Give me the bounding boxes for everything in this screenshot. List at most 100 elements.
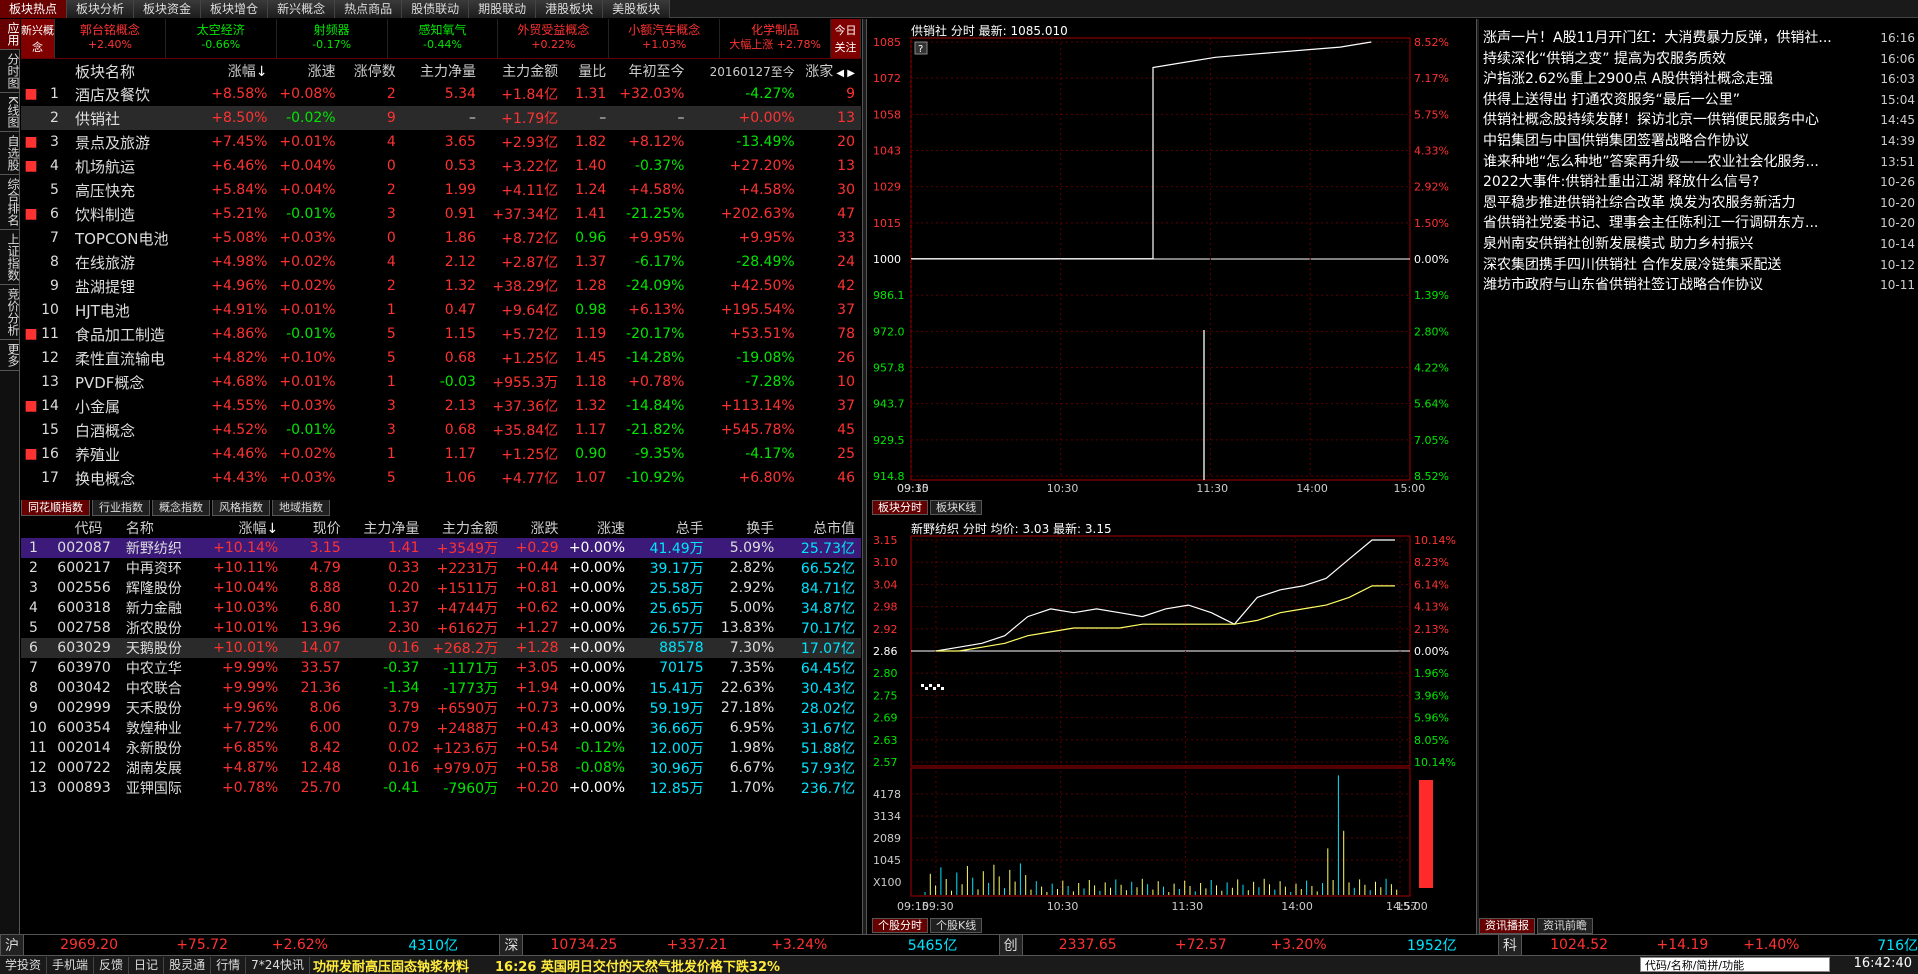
news-item[interactable]: 涨声一片！A股11月开门红：大消费暴力反弹，供销社... 16:16	[1483, 28, 1915, 49]
search-input[interactable]: 代码/名称/简拼/功能	[1640, 957, 1830, 972]
col-diff[interactable]: 涨跌	[504, 518, 564, 538]
nav-item-3[interactable]: 自选股	[0, 132, 20, 175]
bottom-item-6[interactable]: 7*24快讯	[246, 956, 310, 974]
col-limit[interactable]: 涨停数	[342, 60, 402, 82]
news-item[interactable]: 谁来种地“怎么种地”答案再升级——农业社会化服务... 13:51	[1483, 152, 1915, 173]
nav-item-7[interactable]: 更多	[0, 340, 20, 371]
col-up-count[interactable]: 涨家 ◀ ▶	[801, 60, 861, 82]
concept-item-1[interactable]: 太空经济 -0.66%	[166, 19, 277, 58]
nav-item-0[interactable]: 应用	[0, 19, 20, 50]
news-item[interactable]: 潍坊市政府与山东省供销社签订战略合作协议 10-11	[1483, 275, 1915, 296]
stock-row[interactable]: 8 003042 中农联合 +9.99% 21.36 -1.34 -1773万 +1.94 +0…	[21, 678, 861, 698]
stock-row[interactable]: 13 000893 亚钾国际 +0.78% 25.70 -0.41 -7960万 +0.20 +…	[21, 778, 861, 798]
bottom-item-4[interactable]: 股灵通	[164, 956, 212, 974]
news-item[interactable]: 2022大事件:供销社重出江湖 释放什么信号? 10-26	[1483, 172, 1915, 193]
stock-row[interactable]: 12 000722 湖南发展 +4.87% 12.48 0.16 +979.0万 +0.58-…	[21, 758, 861, 778]
splitter-right[interactable]	[1476, 19, 1479, 939]
nav-item-1[interactable]: 分时图	[0, 50, 20, 93]
col-amount[interactable]: 主力金额	[425, 518, 504, 538]
sector-row[interactable]: ■ 16 养殖业 +4.46% +0.02% 1 1.17 +1.25亿 0.90 -9.35% -…	[21, 442, 861, 466]
concept-item-0[interactable]: 郭台铭概念 +2.40%	[55, 19, 166, 58]
stock-row[interactable]: 1 002087 新野纺织 +10.14% 3.15 1.41 +3549万 +0.29 +0.…	[21, 538, 861, 558]
col-since[interactable]: 20160127至今	[690, 60, 800, 82]
sector-row[interactable]: 12 柔性直流输电 +4.82% +0.10% 5 0.68 +1.25亿 1.45 -14.2…	[21, 346, 861, 370]
chart1-svg[interactable]: 1085 8.52% 1072 7.17% 1058 5.75% 1043 4.33% 1029…	[869, 20, 1474, 498]
stock-row[interactable]: 3 002556 辉隆股份 +10.04% 8.88 0.20 +1511万 +0.81 +0.…	[21, 578, 861, 598]
top-tab-4[interactable]: 新兴概念	[268, 0, 336, 18]
news-tab-0[interactable]: 资讯播报	[1479, 918, 1535, 934]
news-item[interactable]: 持续深化“供销之变” 提高为农服务质效 16:06	[1483, 49, 1915, 70]
sector-row[interactable]: 13 PVDF概念 +4.68% +0.01% 1 -0.03 +955.3万 1.18 +0.…	[21, 370, 861, 394]
col-turnover[interactable]: 换手	[710, 518, 781, 538]
sector-row[interactable]: ■ 1 酒店及餐饮 +8.58% +0.08% 2 5.34 +1.84亿 1.31 +32.03…	[21, 82, 861, 106]
index-tab-1[interactable]: 行业指数	[92, 500, 150, 516]
nav-item-4[interactable]: 综合排名	[0, 175, 20, 230]
stock-row[interactable]: 9 002999 天禾股份 +9.96% 8.06 3.79 +6590万 +0.73 +0.0…	[21, 698, 861, 718]
stock-row[interactable]: 7 603970 中农立华 +9.99% 33.57 -0.37 -1171万 +3.05 +0…	[21, 658, 861, 678]
top-tab-3[interactable]: 板块增仓	[201, 0, 269, 18]
concept-item-4[interactable]: 外贸受益概念 +0.22%	[498, 19, 610, 58]
sector-row[interactable]: ■ 4 机场航运 +6.46% +0.04% 0 0.53 +3.22亿 1.40 -0.37% +…	[21, 154, 861, 178]
chart-tab-1[interactable]: 板块K线	[930, 500, 983, 515]
status-index-2[interactable]: 创 2337.65 +72.57 +3.20% 1952亿	[998, 933, 1498, 956]
sector-row[interactable]: ■ 11 食品加工制造 +4.86% -0.01% 5 1.15 +5.72亿 1.19 -20.…	[21, 322, 861, 346]
sector-row[interactable]: 9 盐湖提锂 +4.96% +0.02% 2 1.32 +38.29亿 1.28 -24.09%…	[21, 274, 861, 298]
concept-item-2[interactable]: 射频器 -0.17%	[277, 19, 388, 58]
sector-row[interactable]: 7 TOPCON电池 +5.08% +0.03% 0 1.86 +8.72亿 0.96 +9.9…	[21, 226, 861, 250]
index-tab-4[interactable]: 地域指数	[272, 500, 330, 516]
top-tab-8[interactable]: 港股板块	[536, 0, 604, 18]
news-item[interactable]: 深农集团携手四川供销社 合作发展冷链集采配送 10-12	[1483, 255, 1915, 276]
sector-row[interactable]: ■ 14 小金属 +4.55% +0.03% 3 2.13 +37.36亿 1.32 -14.84…	[21, 394, 861, 418]
news-item[interactable]: 中铝集团与中国供销集团签署战略合作协议 14:39	[1483, 131, 1915, 152]
index-tab-2[interactable]: 概念指数	[152, 500, 210, 516]
index-tab-3[interactable]: 风格指数	[212, 500, 270, 516]
top-tab-2[interactable]: 板块资金	[134, 0, 202, 18]
concept-item-6[interactable]: 化学制品 大幅上涨 +2.78%	[720, 19, 832, 58]
col-sector-name[interactable]: 板块名称	[71, 60, 201, 82]
chart-tab-0[interactable]: 板块分时	[872, 500, 928, 515]
sector-row[interactable]: 5 高压快充 +5.84% +0.04% 2 1.99 +4.11亿 1.24 +4.58% +4…	[21, 178, 861, 202]
col-net[interactable]: 主力净量	[347, 518, 426, 538]
stock-row[interactable]: 6 603029 天鹅股份 +10.01% 14.07 0.16 +268.2万 +1.28 +…	[21, 638, 861, 658]
col-ytd[interactable]: 年初至今	[612, 60, 690, 82]
chart-tab-1[interactable]: 个股K线	[930, 918, 983, 933]
bottom-item-3[interactable]: 日记	[129, 956, 165, 974]
chart-tab-0[interactable]: 个股分时	[872, 918, 928, 933]
news-item[interactable]: 供销社概念股持续发酵！探访北京一供销便民服务中心 14:45	[1483, 110, 1915, 131]
nav-item-6[interactable]: 竞价分析	[0, 285, 20, 340]
sector-row[interactable]: 8 在线旅游 +4.98% +0.02% 4 2.12 +2.87亿 1.37 -6.17% -2…	[21, 250, 861, 274]
top-tab-6[interactable]: 股债联动	[402, 0, 470, 18]
top-tab-5[interactable]: 热点商品	[335, 0, 403, 18]
sector-row[interactable]: ■ 3 景点及旅游 +7.45% +0.01% 4 3.65 +2.93亿 1.82 +8.12%…	[21, 130, 861, 154]
status-index-3[interactable]: 科 1024.52 +14.19 +1.40% 716亿	[1497, 933, 1918, 956]
news-tab-1[interactable]: 资讯前瞻	[1537, 918, 1593, 934]
stock-row[interactable]: 2 600217 中再资环 +10.11% 4.79 0.33 +2231万 +0.44 +0.…	[21, 558, 861, 578]
col-amount[interactable]: 主力金额	[482, 60, 564, 82]
top-tab-7[interactable]: 期股联动	[469, 0, 537, 18]
sector-row[interactable]: 10 HJT电池 +4.91% +0.01% 1 0.47 +9.64亿 0.98 +6.13%…	[21, 298, 861, 322]
nav-item-5[interactable]: 上证指数	[0, 230, 20, 285]
top-tab-0[interactable]: 板块热点	[0, 0, 68, 18]
col-volratio[interactable]: 量比	[564, 60, 612, 82]
col-volume[interactable]: 总手	[631, 518, 710, 538]
stock-row[interactable]: 5 002758 浙农股份 +10.01% 13.96 2.30 +6162万 +1.27 +0…	[21, 618, 861, 638]
bottom-item-1[interactable]: 手机端	[47, 956, 95, 974]
status-index-1[interactable]: 深 10734.25 +337.21 +3.24% 5465亿	[499, 933, 998, 956]
concept-label-new[interactable]: 新兴概念	[21, 19, 55, 58]
news-item[interactable]: 省供销社党委书记、理事会主任陈利江一行调研东方... 10-20	[1483, 213, 1915, 234]
top-tab-1[interactable]: 板块分析	[67, 0, 135, 18]
top-tab-9[interactable]: 美股板块	[603, 0, 671, 18]
bottom-item-0[interactable]: 学投资	[0, 956, 48, 974]
col-name[interactable]: 名称	[126, 518, 213, 538]
chart2-svg[interactable]: 3.15 10.14% 3.10 8.23% 3.04 6.14% 2.98 4.13% 2.9…	[869, 518, 1474, 916]
news-item[interactable]: 沪指涨2.62%重上2900点 A股供销社概念走强 16:03	[1483, 69, 1915, 90]
col-price[interactable]: 现价	[284, 518, 347, 538]
sector-row[interactable]: 17 换电概念 +4.43% +0.03% 5 1.06 +4.77亿 1.07 -10.92%…	[21, 466, 861, 490]
col-net[interactable]: 主力净量	[402, 60, 482, 82]
col-code[interactable]: 代码	[57, 518, 126, 538]
col-chg[interactable]: 涨幅↓	[213, 518, 285, 538]
news-item[interactable]: 恩平稳步推进供销社综合改革 焕发为农服务新活力 10-20	[1483, 193, 1915, 214]
stock-row[interactable]: 10 600354 敦煌种业 +7.72% 6.00 0.79 +2488万 +0.43 +0.…	[21, 718, 861, 738]
splitter-left[interactable]	[862, 19, 867, 939]
col-chg[interactable]: 涨幅↓	[201, 60, 273, 82]
